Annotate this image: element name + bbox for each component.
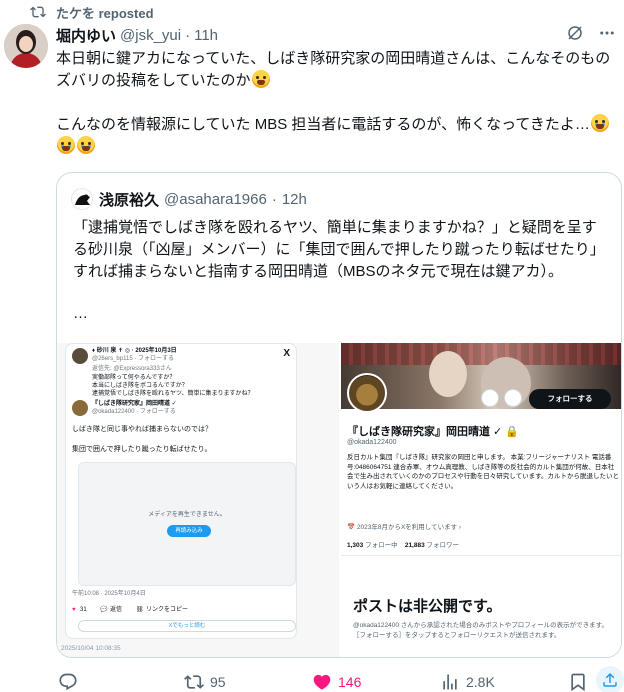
avatar [72,348,88,364]
embed-likes: 31 [80,607,87,613]
avatar[interactable] [4,24,48,68]
embed-user1-name: ♦ 砂川 泉 ✝ ◎ · 2025年10月3日 [92,348,177,354]
mail-icon [504,389,522,407]
profile-joined: 📅 2023年8月からXを利用しています › [347,524,462,531]
embed-user1-handle: @26ers_bp115 · フォローする [92,356,175,362]
profile-bio: 反日カルト集団『しばき隊』研究家の岡田と申します。 本業:フリージャーナリスト … [347,454,619,490]
following-label: フォロー中 [365,542,398,549]
embed-user2-line: しばき隊と同じ事やれば捕まらないのでは？ [72,426,212,433]
embed-copy-link: リンクをコピー [146,607,189,613]
quote-author-name[interactable]: 浅原裕久 [99,189,159,210]
private-notice-text: @okada122400 さんから承認された場合のみポストやプロフィールの表示が… [353,622,609,639]
followers-label: フォロワー [426,542,460,549]
following-count: 1,303 [347,542,364,549]
more-icon [481,389,499,407]
more-options-icon[interactable] [598,24,616,46]
quote-header: 浅原裕久 @asahara1966 · 12h [71,187,307,211]
profile-name: 『しばき隊研究家』岡田晴道 ✓ 🔒 [347,426,520,438]
reload-button: 再読み込み [167,525,211,537]
repost-label: たケを reposted [56,5,154,21]
author-name[interactable]: 堀内ゆい [56,25,116,46]
profile-avatar [347,373,387,413]
tweet-line1: 本日朝に鍵アカになっていた、しばき隊研究家の岡田晴道さんは、こんなそのものズバリ… [56,50,611,89]
quote-avatar[interactable] [71,188,93,210]
views-icon [443,674,457,690]
embed-user1-line: 実働部隊って何やるんですか？ [92,375,176,381]
reply-icon [59,673,77,691]
embed-user1-line: 逮捕覚悟でしばき隊を殴れるヤツ、簡単に集まりますかね？ [92,391,254,397]
tweet-line2: こんなのを情報源にしていた MBS 担当者に電話するのが、怖くなってきたよ… [56,116,590,133]
header-actions [566,24,616,46]
embed-user1-line: 本当にしばき隊をボコるんですか？ [92,383,188,389]
profile-screenshot-image[interactable]: フォローする 『しばき隊研究家』岡田晴道 ✓ 🔒 @okada122400 反日… [341,343,621,657]
followers-count: 21,883 [404,542,425,549]
quote-text: 「逮捕覚悟でしばき隊を殴れるヤツ、簡単に集まりますかね？」と疑問を呈する砂川泉（… [73,219,605,280]
embedded-post-card: X ♦ 砂川 泉 ✝ ◎ · 2025年10月3日 @26ers_bp115 ·… [65,343,297,639]
views-count: 2.8K [466,674,495,690]
tweet-time[interactable]: 11h [194,27,218,44]
reply-button[interactable] [58,672,78,692]
embedded-post-image[interactable]: X ♦ 砂川 泉 ✝ ◎ · 2025年10月3日 @26ers_bp115 ·… [57,343,339,657]
crying-emoji-icon [57,136,75,154]
share-button[interactable] [596,666,624,692]
retweet-icon [184,675,204,689]
private-notice-title: ポストは非公開です。 [353,598,502,615]
views-button[interactable]: 2.8K [440,672,495,692]
read-more-button: Xでもっと読む [78,620,296,632]
retweet-count: 95 [210,674,226,690]
tweet-header: 堀内ゆい @jsk_yui · 11h [56,24,616,46]
embed-post-time: 午前10:08 · 2025年10月4日 [72,591,146,597]
follow-button: フォローする [529,389,611,409]
like-count: 146 [338,674,362,690]
like-button[interactable]: 146 [312,672,361,692]
link-icon: ⛓ [136,607,144,613]
tweet-actions: 95 146 2.8K [56,666,624,692]
tweet-text: 本日朝に鍵アカになっていた、しばき隊研究家の岡田晴道さんは、こんなそのものズバリ… [56,48,616,158]
heart-icon [313,674,331,690]
capture-timestamp: 2025/10/04 10:08:35 [61,645,121,652]
quote-ellipsis: … [73,305,88,322]
quote-time[interactable]: 12h [282,191,307,208]
grok-icon[interactable] [566,24,584,46]
x-logo-icon: X [283,348,290,359]
quote-media[interactable]: X ♦ 砂川 泉 ✝ ◎ · 2025年10月3日 @26ers_bp115 ·… [57,343,621,657]
author-handle[interactable]: @jsk_yui [120,27,181,44]
embed-reply: 返信 [110,607,123,613]
avatar [72,400,88,416]
media-placeholder: メディアを再生できません。 再読み込み [78,462,296,586]
quote-author-handle[interactable]: @asahara1966 [164,191,267,208]
divider [341,555,621,556]
repost-icon [30,3,48,21]
embed-user2-line: 集団で囲んで押したり蹴ったり転ばせたり。 [72,446,212,453]
quote-separator: · [271,190,277,208]
quoted-tweet[interactable]: 浅原裕久 @asahara1966 · 12h 「逮捕覚悟でしばき隊を殴れるヤツ… [56,172,622,658]
share-icon [603,672,617,687]
repost-indicator[interactable]: たケを reposted [30,2,154,22]
profile-follow-counts: 1,303 フォロー中 21,883 フォロワー [347,539,459,549]
embed-user2-handle: @okada122400 · フォローする [92,409,176,415]
heart-icon: ♥ [72,607,76,613]
media-error-text: メディアを再生できません。 [148,512,226,518]
embed-user2-name: 『しばき隊研究家』岡田晴道 ✓ [92,401,177,407]
bookmark-button[interactable] [568,672,588,692]
embed-reply-to: 返信先: @Expressora333さん [92,366,172,372]
scream-emoji-icon [251,70,270,88]
crying-emoji-icon [77,136,95,154]
reply-icon: 💬 [100,607,108,613]
profile-handle: @okada122400 [347,439,397,446]
profile-icon-buttons [481,389,522,407]
meta-separator: · [185,26,191,44]
retweet-button[interactable]: 95 [184,672,226,692]
crying-emoji-icon [590,114,609,132]
bookmark-icon [571,673,585,692]
